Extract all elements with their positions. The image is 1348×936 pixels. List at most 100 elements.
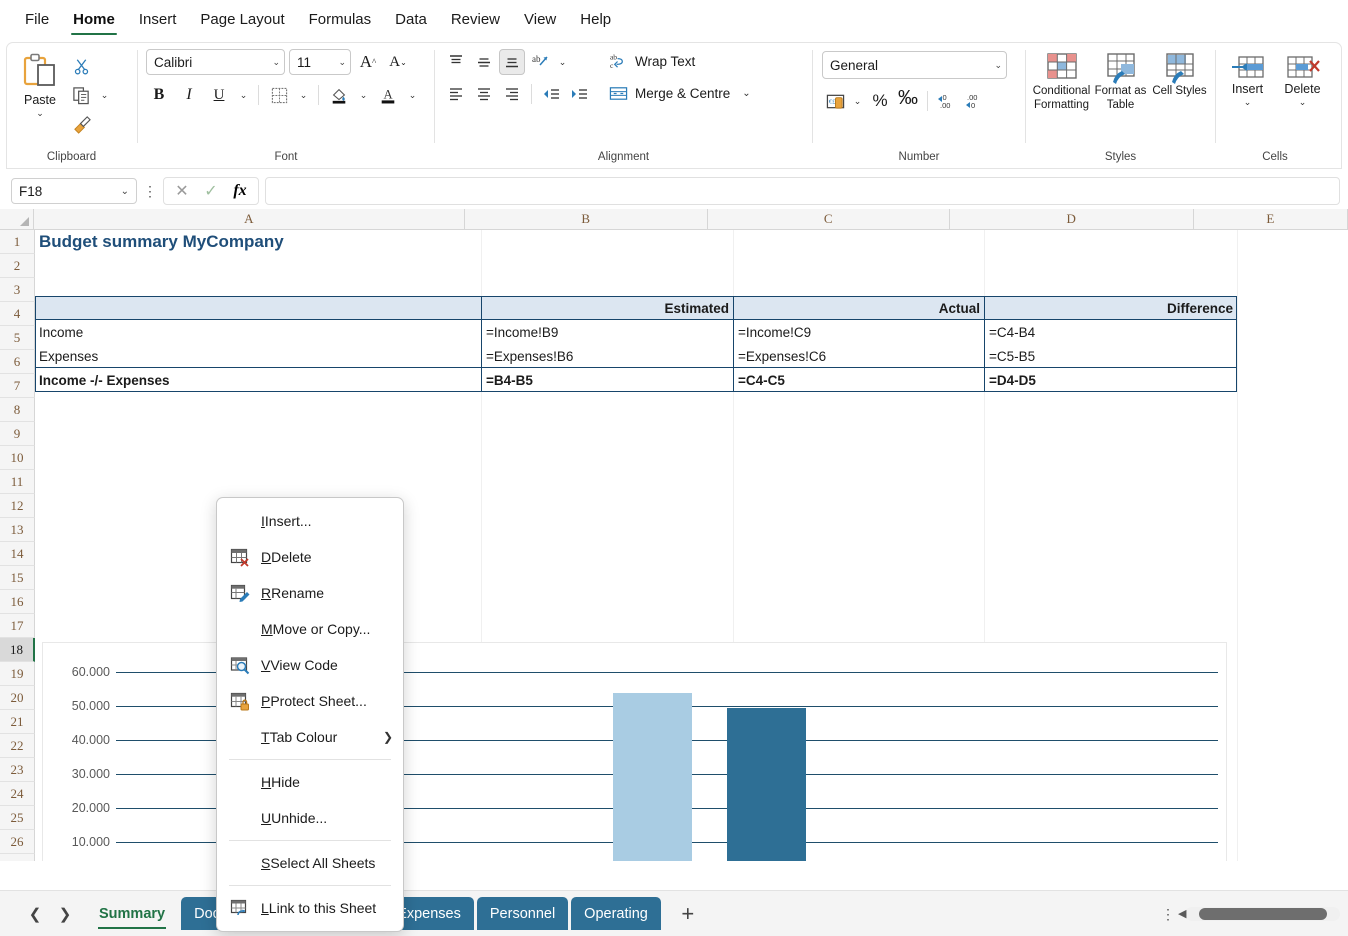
percent-style-button[interactable]: %	[867, 88, 893, 114]
row-header-4[interactable]: 4	[0, 302, 35, 326]
context-menu-item-tab-colour[interactable]: TTab Colour ❯	[217, 719, 403, 755]
paste-button[interactable]: Paste ⌄	[12, 49, 68, 117]
font-size-combo[interactable]: 11 ⌄	[289, 49, 351, 75]
bar-expenses-estimated[interactable]	[613, 693, 692, 861]
underline-dropdown-chevron-icon[interactable]: ⌄	[236, 82, 251, 108]
insert-cells-button[interactable]: Insert ⌄	[1221, 49, 1275, 106]
column-header-e[interactable]: E	[1194, 209, 1348, 229]
grow-font-button[interactable]: A^	[355, 49, 381, 75]
row-header-14[interactable]: 14	[0, 542, 35, 566]
ribbon-tab-data[interactable]: Data	[384, 7, 438, 35]
comma-style-button[interactable]: ‰	[895, 88, 921, 114]
context-menu-item-rename[interactable]: RRename	[217, 575, 403, 611]
formula-bar-options-icon[interactable]: ⋮	[143, 187, 157, 195]
format-as-table-button[interactable]: Format as Table	[1091, 49, 1150, 112]
horizontal-scroll-thumb[interactable]	[1199, 908, 1327, 920]
conditional-formatting-button[interactable]: Conditional Formatting	[1032, 49, 1091, 112]
row-header-3[interactable]: 3	[0, 278, 35, 302]
context-menu-item-move-or-copy[interactable]: MMove or Copy...	[217, 611, 403, 647]
italic-button[interactable]: I	[176, 82, 202, 108]
orientation-button[interactable]: ab	[527, 49, 553, 75]
row-header-23[interactable]: 23	[0, 758, 35, 782]
cut-button[interactable]	[68, 53, 94, 79]
row-header-1[interactable]: 1	[0, 230, 35, 254]
orientation-dropdown-chevron-icon[interactable]: ⌄	[555, 49, 570, 75]
row-header-20[interactable]: 20	[0, 686, 35, 710]
decrease-decimal-button[interactable]: .00 0	[962, 88, 988, 114]
delete-cells-button[interactable]: Delete ⌄	[1276, 49, 1330, 106]
row-header-11[interactable]: 11	[0, 470, 35, 494]
font-colour-button[interactable]: A	[375, 82, 401, 108]
row-header-16[interactable]: 16	[0, 590, 35, 614]
accounting-format-button[interactable]: €£	[822, 88, 848, 114]
row-header-18[interactable]: 18	[0, 638, 35, 662]
bold-button[interactable]: B	[146, 82, 172, 108]
insert-dropdown-chevron-icon[interactable]: ⌄	[1244, 98, 1252, 106]
ribbon-tab-review[interactable]: Review	[440, 7, 511, 35]
more-options-icon[interactable]: ⋮	[1161, 910, 1175, 918]
row-header-17[interactable]: 17	[0, 614, 35, 638]
copy-button[interactable]	[68, 82, 94, 108]
increase-indent-button[interactable]	[566, 81, 592, 107]
chevron-right-icon[interactable]: ❯	[52, 901, 78, 927]
cancel-icon[interactable]: ✕	[168, 178, 196, 204]
format-painter-button[interactable]	[68, 111, 94, 137]
formula-input[interactable]	[265, 177, 1340, 205]
merge-centre-dropdown-chevron-icon[interactable]: ⌄	[742, 88, 750, 99]
scroll-left-icon[interactable]: ◀	[1178, 907, 1186, 920]
context-menu-item-select-all-sheets[interactable]: SSelect All Sheets	[217, 845, 403, 881]
accounting-dropdown-chevron-icon[interactable]: ⌄	[850, 88, 865, 114]
ribbon-tab-home[interactable]: Home	[62, 7, 126, 35]
sheet-tab-summary[interactable]: Summary	[86, 897, 178, 930]
context-menu-item-hide[interactable]: HHide	[217, 764, 403, 800]
row-header-22[interactable]: 22	[0, 734, 35, 758]
enter-icon[interactable]: ✓	[197, 178, 225, 204]
fill-colour-dropdown-chevron-icon[interactable]: ⌄	[356, 82, 371, 108]
underline-button[interactable]: U	[206, 82, 232, 108]
sheet-tab-operating[interactable]: Operating	[571, 897, 661, 930]
row-header-2[interactable]: 2	[0, 254, 35, 278]
fill-colour-button[interactable]	[326, 82, 352, 108]
sheet-tab-personnel[interactable]: Personnel	[477, 897, 568, 930]
ribbon-tab-help[interactable]: Help	[569, 7, 622, 35]
ribbon-tab-view[interactable]: View	[513, 7, 567, 35]
align-left-button[interactable]	[443, 81, 469, 107]
paste-dropdown-chevron-icon[interactable]: ⌄	[36, 109, 44, 117]
context-menu-item-view-code[interactable]: VView Code	[217, 647, 403, 683]
delete-dropdown-chevron-icon[interactable]: ⌄	[1299, 98, 1307, 106]
row-header-27[interactable]: 27	[0, 854, 35, 861]
column-header-c[interactable]: C	[708, 209, 950, 229]
cell-styles-button[interactable]: Cell Styles	[1150, 49, 1209, 99]
column-header-a[interactable]: A	[34, 209, 465, 229]
row-header-13[interactable]: 13	[0, 518, 35, 542]
select-all-corner[interactable]	[0, 209, 34, 229]
context-menu-item-delete[interactable]: DDelete	[217, 539, 403, 575]
context-menu-item-unhide[interactable]: UUnhide...	[217, 800, 403, 836]
number-format-combo[interactable]: General ⌄	[822, 51, 1007, 79]
name-box[interactable]: F18 ⌄	[11, 178, 137, 204]
merge-centre-button[interactable]: Merge & Centre ⌄	[604, 81, 756, 106]
row-header-5[interactable]: 5	[0, 326, 35, 350]
font-colour-dropdown-chevron-icon[interactable]: ⌄	[405, 82, 420, 108]
row-header-25[interactable]: 25	[0, 806, 35, 830]
chevron-left-icon[interactable]: ❮	[22, 901, 48, 927]
ribbon-tab-insert[interactable]: Insert	[128, 7, 188, 35]
borders-button[interactable]	[266, 82, 292, 108]
add-sheet-button[interactable]: +	[669, 899, 707, 929]
ribbon-tab-formulas[interactable]: Formulas	[298, 7, 383, 35]
column-header-b[interactable]: B	[465, 209, 708, 229]
row-header-19[interactable]: 19	[0, 662, 35, 686]
row-header-26[interactable]: 26	[0, 830, 35, 854]
shrink-font-button[interactable]: A⌄	[385, 49, 411, 75]
ribbon-tab-page-layout[interactable]: Page Layout	[189, 7, 295, 35]
context-menu-item-insert[interactable]: IInsert...	[217, 503, 403, 539]
row-header-8[interactable]: 8	[0, 398, 35, 422]
copy-dropdown-chevron-icon[interactable]: ⌄	[97, 82, 112, 108]
horizontal-scrollbar[interactable]: ◀	[1185, 907, 1340, 921]
align-bottom-button[interactable]	[499, 49, 525, 75]
cell-a1[interactable]: Budget summary MyCompany	[35, 230, 475, 254]
wrap-text-button[interactable]: ab c Wrap Text	[604, 49, 756, 74]
decrease-indent-button[interactable]	[538, 81, 564, 107]
row-header-15[interactable]: 15	[0, 566, 35, 590]
bar-expenses-actual[interactable]	[727, 708, 806, 861]
